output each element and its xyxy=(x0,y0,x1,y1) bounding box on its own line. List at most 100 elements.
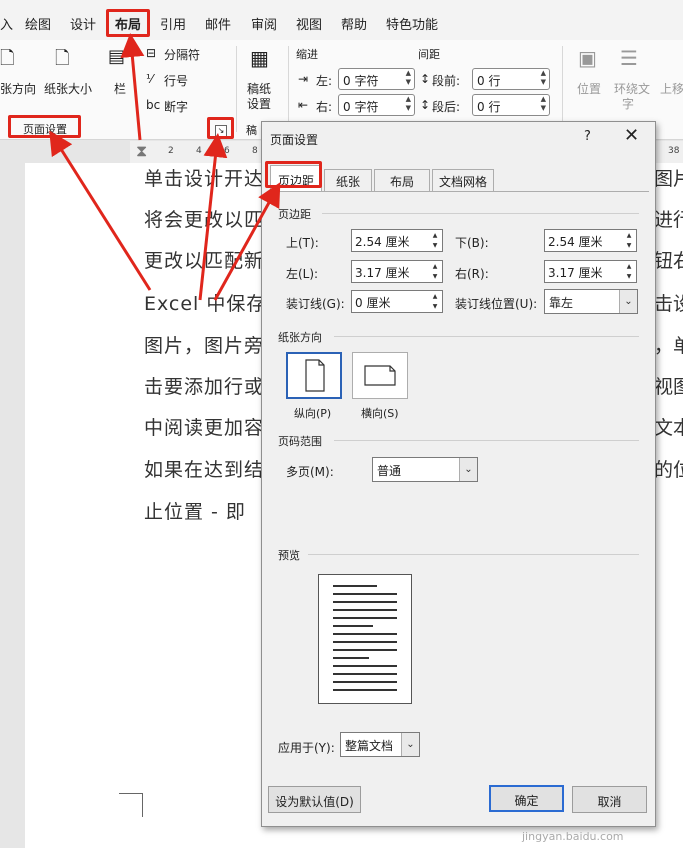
document-line[interactable]: 图片，图片旁 xyxy=(144,331,264,358)
set-default-button[interactable]: 设为默认值(D) xyxy=(268,786,361,813)
preview-text-line xyxy=(333,681,397,683)
document-line[interactable]: 止位置 - 即 xyxy=(144,497,246,524)
preview-text-line xyxy=(333,617,397,619)
draft-group-label: 稿 xyxy=(246,124,257,137)
ok-button[interactable]: 确定 xyxy=(489,785,564,812)
preview-text-line xyxy=(333,601,397,603)
breaks-button[interactable]: 分隔符 xyxy=(164,46,200,63)
tab-references[interactable]: 引用 xyxy=(160,14,186,33)
spin-up-icon[interactable]: ▲ xyxy=(429,262,441,271)
multiple-pages-label: 多页(M): xyxy=(286,465,334,479)
tab-design[interactable]: 设计 xyxy=(70,14,96,33)
indent-left-input[interactable]: 0 字符 ▲ ▼ xyxy=(338,68,415,90)
multiple-pages-select[interactable]: 普通 ⌄ xyxy=(372,457,478,482)
orientation-icon: 🗋 xyxy=(0,48,15,69)
document-line-fragment[interactable]: 钮右 xyxy=(654,246,683,273)
spin-down-icon[interactable]: ▼ xyxy=(429,272,441,281)
right-margin-input[interactable]: 3.17 厘米 ▲ ▼ xyxy=(544,260,637,283)
section-divider xyxy=(322,213,639,214)
help-button[interactable]: ? xyxy=(584,129,591,144)
wrap-text-button-line2[interactable]: 字 xyxy=(622,95,634,112)
chevron-down-icon[interactable]: ⌄ xyxy=(459,458,477,481)
draft-paper-icon: ▦ xyxy=(250,46,269,70)
hourglass-indent-icon[interactable]: ⧗ xyxy=(136,141,147,161)
spin-up-icon[interactable]: ▲ xyxy=(429,292,441,301)
left-margin-label: 左(L): xyxy=(286,267,319,281)
portrait-label[interactable]: 纵向(P) xyxy=(294,405,331,421)
paper-size-button[interactable]: 纸张大小 xyxy=(44,80,92,97)
tab-mailings[interactable]: 邮件 xyxy=(205,14,231,33)
spacing-before-input[interactable]: 0 行 ▲ ▼ xyxy=(472,68,550,90)
tab-draw[interactable]: 绘图 xyxy=(25,14,51,33)
spin-down-icon[interactable]: ▼ xyxy=(623,241,635,250)
bottom-margin-input[interactable]: 2.54 厘米 ▲ ▼ xyxy=(544,229,637,252)
document-line[interactable]: 如果在达到结 xyxy=(144,455,264,482)
spin-up-icon[interactable]: ▲ xyxy=(623,262,635,271)
left-margin-input[interactable]: 3.17 厘米 ▲ ▼ xyxy=(351,260,443,283)
document-line[interactable]: 更改以匹配新 xyxy=(144,246,264,273)
document-line[interactable]: Excel 中保存 xyxy=(144,289,266,316)
preview-text-line xyxy=(333,649,397,651)
document-line[interactable]: 击要添加行或 xyxy=(144,372,264,399)
spin-down-icon[interactable]: ▼ xyxy=(429,241,441,250)
document-line-fragment[interactable]: 图片 xyxy=(654,164,683,191)
watermark: jingyan.baidu.com xyxy=(522,830,624,843)
spin-down-icon[interactable]: ▼ xyxy=(429,302,441,311)
gutter-position-select[interactable]: 靠左 ⌄ xyxy=(544,289,638,314)
document-line-fragment[interactable]: 的位 xyxy=(654,455,683,482)
hyphenation-button[interactable]: 断字 xyxy=(164,98,188,115)
tab-special-features[interactable]: 特色功能 xyxy=(386,14,438,33)
indent-right-icon: ⇤ xyxy=(298,98,309,112)
preview-text-line xyxy=(333,689,397,691)
orientation-section-title: 纸张方向 xyxy=(278,331,322,344)
top-margin-input[interactable]: 2.54 厘米 ▲ ▼ xyxy=(351,229,443,252)
tab-review[interactable]: 审阅 xyxy=(251,14,277,33)
ribbon-tab-bar: 入 绘图 设计 布局 引用 邮件 审阅 视图 帮助 特色功能 xyxy=(0,0,683,40)
tab-help[interactable]: 帮助 xyxy=(341,14,367,33)
tab-paper[interactable]: 纸张 xyxy=(324,169,372,191)
indent-left-icon: ⇥ xyxy=(298,72,309,86)
ruler-tick: 38 xyxy=(668,146,680,156)
cancel-button[interactable]: 取消 xyxy=(572,786,647,813)
spacing-after-input[interactable]: 0 行 ▲ ▼ xyxy=(472,94,550,116)
landscape-button[interactable] xyxy=(352,352,408,399)
tab-view[interactable]: 视图 xyxy=(296,14,322,33)
document-line[interactable]: 将会更改以匹 xyxy=(144,205,264,232)
position-button[interactable]: 位置 xyxy=(577,80,601,97)
landscape-page-icon xyxy=(364,365,396,386)
line-numbers-button[interactable]: 行号 xyxy=(164,72,188,89)
spin-down-icon[interactable]: ▼ xyxy=(623,272,635,281)
tab-insert[interactable]: 入 xyxy=(0,14,13,33)
wrap-text-icon: ☰ xyxy=(620,46,638,70)
document-line-fragment[interactable]: 进行 xyxy=(654,205,683,232)
top-margin-label: 上(T): xyxy=(286,236,319,250)
spin-up-icon[interactable]: ▲ xyxy=(429,231,441,240)
spin-up-icon[interactable]: ▲ xyxy=(623,231,635,240)
close-icon[interactable]: ✕ xyxy=(624,125,639,146)
columns-icon: ▤ xyxy=(108,46,126,67)
document-line-fragment[interactable]: 视图 xyxy=(654,372,683,399)
bring-forward-button[interactable]: 上移 xyxy=(660,80,683,97)
tab-layout-dialog[interactable]: 布局 xyxy=(374,169,430,191)
document-line-fragment[interactable]: ，单 xyxy=(654,331,683,358)
columns-button[interactable]: 栏 xyxy=(114,80,126,97)
document-line-fragment[interactable]: 文本 xyxy=(654,413,683,440)
orientation-button[interactable]: 张方向 xyxy=(0,80,36,97)
chevron-down-icon[interactable]: ⌄ xyxy=(401,733,419,756)
right-margin-label: 右(R): xyxy=(455,267,489,281)
document-line-fragment[interactable]: 击设 xyxy=(654,289,683,316)
draft-paper-button-line2[interactable]: 设置 xyxy=(247,95,271,112)
portrait-page-icon xyxy=(305,359,325,392)
gutter-label: 装订线(G): xyxy=(286,297,345,311)
document-line[interactable]: 单击设计开达 xyxy=(144,164,264,191)
document-line[interactable]: 中阅读更加容 xyxy=(144,413,264,440)
portrait-button[interactable] xyxy=(286,352,342,399)
chevron-down-icon[interactable]: ⌄ xyxy=(619,290,637,313)
paper-size-icon: 🗋 xyxy=(55,48,70,69)
gutter-input[interactable]: 0 厘米 ▲ ▼ xyxy=(351,290,443,313)
landscape-label[interactable]: 横向(S) xyxy=(361,405,399,421)
apply-to-select[interactable]: 整篇文档 ⌄ xyxy=(340,732,420,757)
preview-text-line xyxy=(333,673,397,675)
tab-document-grid[interactable]: 文档网格 xyxy=(432,169,494,191)
indent-right-input[interactable]: 0 字符 ▲ ▼ xyxy=(338,94,415,116)
